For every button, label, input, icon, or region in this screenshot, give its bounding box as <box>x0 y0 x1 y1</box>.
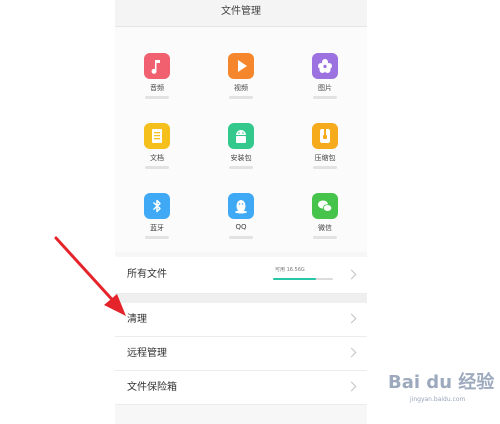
annotation-arrow <box>54 236 126 316</box>
watermark-logo: Bai du 经验 <box>388 372 495 393</box>
watermark-url: jingyan.baidu.com <box>410 396 466 403</box>
